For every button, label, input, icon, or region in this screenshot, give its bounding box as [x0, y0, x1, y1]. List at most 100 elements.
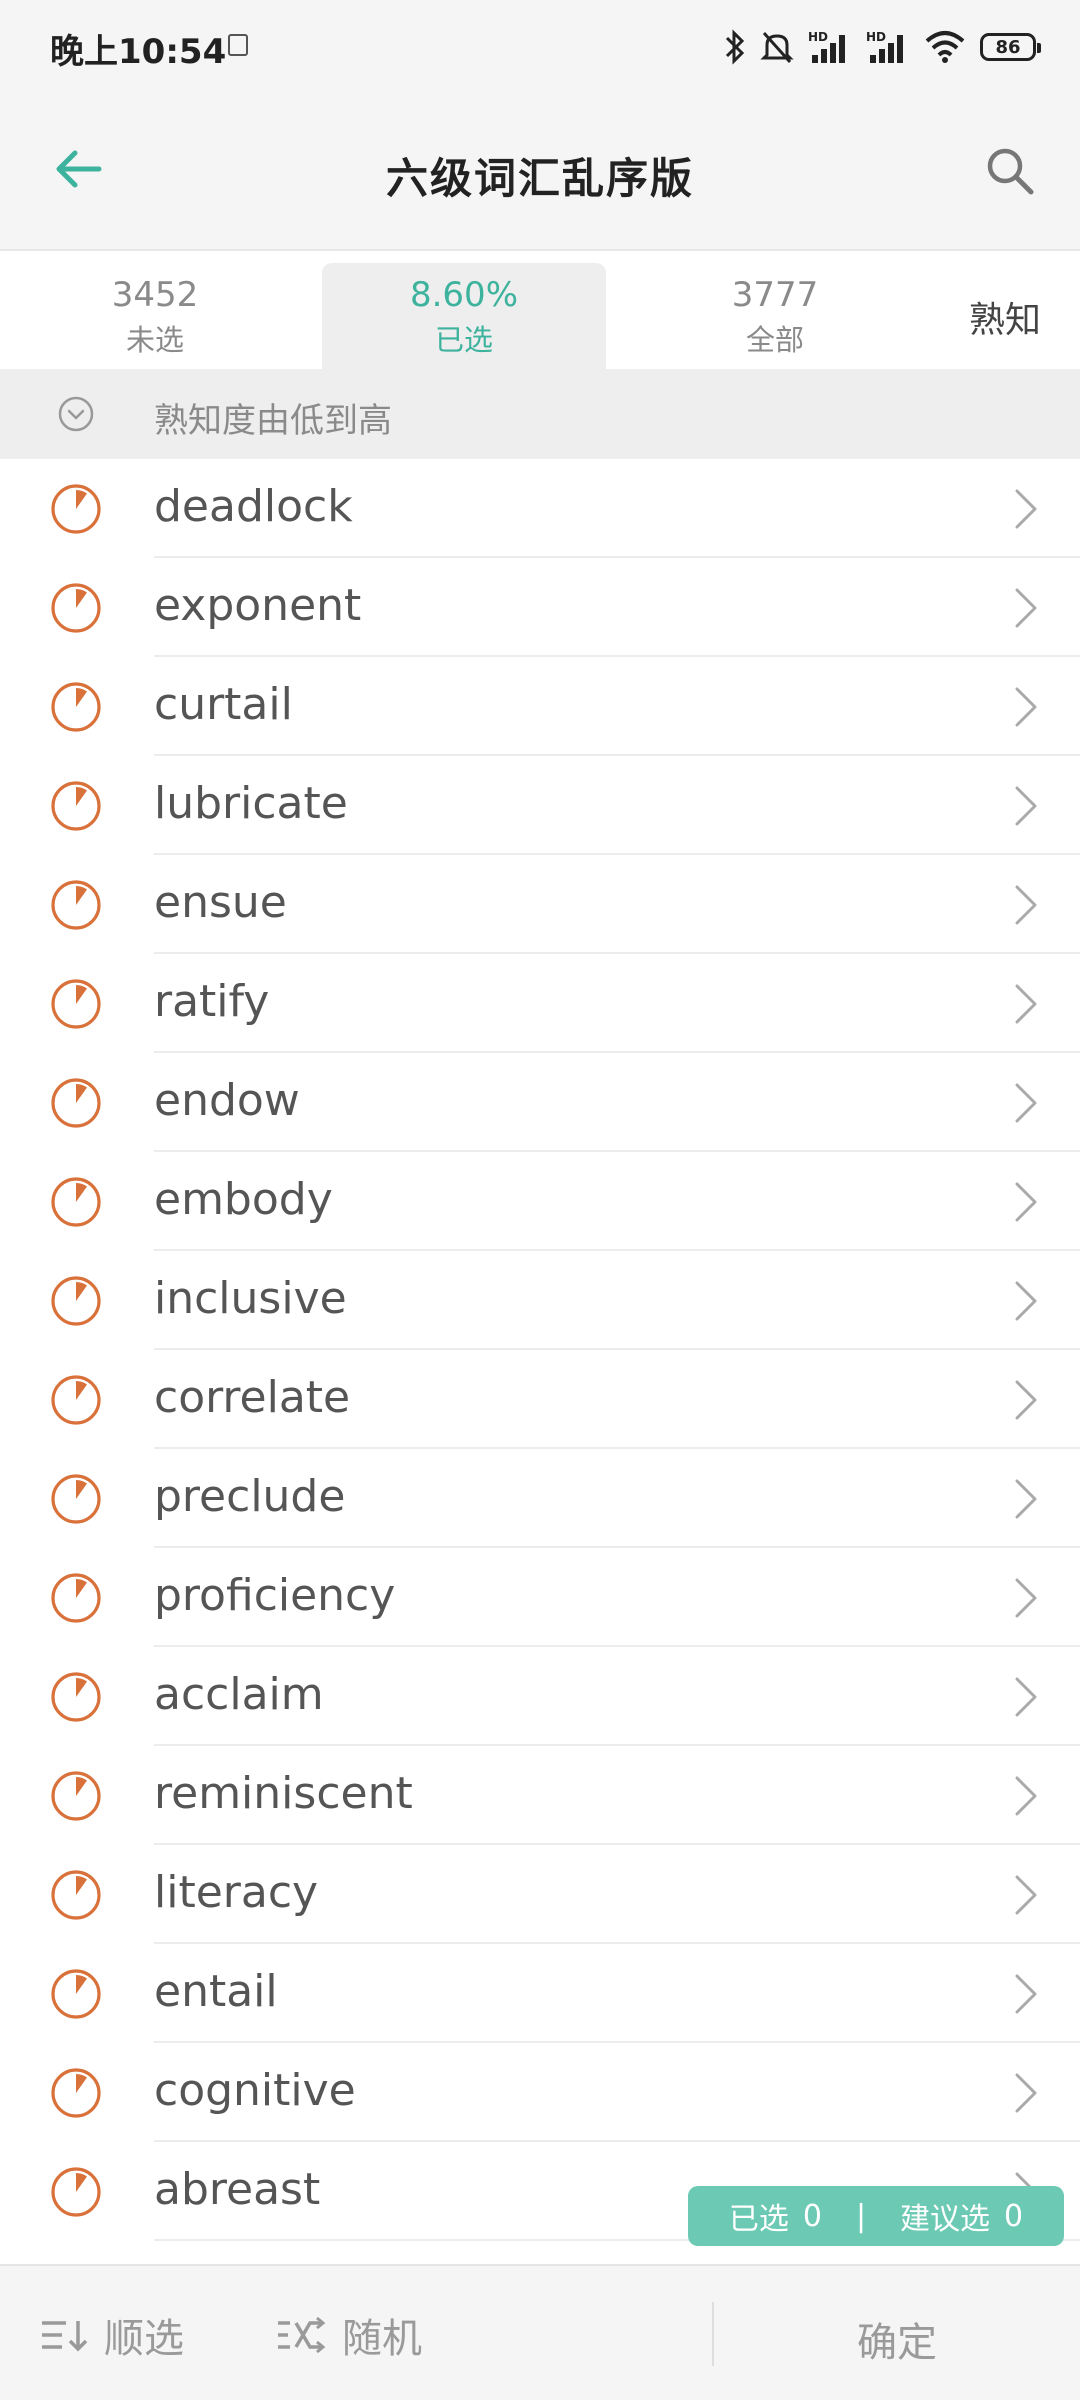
word-text: reminiscent [154, 1768, 413, 1819]
badge-separator: | [855, 2198, 867, 2234]
tab-selected-count: 8.60% [409, 275, 518, 315]
word-row[interactable]: proficiency [0, 1548, 1080, 1647]
word-row[interactable]: endow [0, 1053, 1080, 1152]
word-text: inclusive [154, 1273, 347, 1324]
chevron-right-icon [1015, 1380, 1037, 1420]
tab-familiar[interactable]: 熟知 [930, 263, 1080, 371]
bluetooth-icon [725, 29, 745, 65]
search-icon [987, 148, 1034, 195]
chevron-right-icon [1015, 1677, 1037, 1717]
word-row[interactable]: lubricate [0, 756, 1080, 855]
chevron-right-icon [1015, 1974, 1037, 2014]
selected-count: 0 [802, 2198, 822, 2234]
chevron-right-icon [1015, 687, 1037, 727]
status-bar: 晚上10:54 HD HD 86 [0, 0, 1080, 95]
word-text: literacy [154, 1867, 319, 1918]
word-text: exponent [154, 580, 362, 631]
sort-label: 熟知度由低到高 [154, 401, 392, 441]
suggested-count: 0 [1004, 2198, 1024, 2234]
chevron-right-icon [1015, 786, 1037, 826]
progress-pie-icon [51, 1672, 101, 1722]
word-text: proficiency [154, 1570, 396, 1621]
word-text: deadlock [154, 481, 353, 532]
progress-pie-icon [51, 583, 101, 633]
battery-icon: 86 [980, 33, 1041, 61]
mute-bell-icon [760, 31, 794, 64]
word-text: entail [154, 1966, 278, 2017]
progress-pie-icon [51, 2068, 101, 2118]
signal-icon: HD [808, 30, 845, 63]
chevron-right-icon [1015, 1083, 1037, 1123]
chevron-right-icon [1015, 984, 1037, 1024]
progress-pie-icon [51, 1078, 101, 1128]
tab-unselected[interactable]: 3452 未选 [0, 263, 310, 371]
confirm-button[interactable]: 确定 [714, 2310, 1080, 2366]
word-row[interactable]: reminiscent [0, 1746, 1080, 1845]
word-row[interactable]: preclude [0, 1449, 1080, 1548]
tab-all-count: 3777 [731, 275, 819, 315]
progress-pie-icon [51, 979, 101, 1029]
word-text: endow [154, 1075, 300, 1126]
word-row[interactable]: acclaim [0, 1647, 1080, 1746]
word-row[interactable]: cognitive [0, 2043, 1080, 2142]
notification-icon [228, 34, 248, 56]
word-row[interactable]: entail [0, 1944, 1080, 2043]
bottom-bar: 顺选 随机 确定 [0, 2264, 1080, 2400]
selected-label: 已选 [728, 2202, 789, 2237]
chevron-right-icon [1015, 1281, 1037, 1321]
page-title: 六级词汇乱序版 [385, 154, 694, 203]
word-row[interactable]: embody [0, 1152, 1080, 1251]
progress-pie-icon [51, 682, 101, 732]
word-text: lubricate [154, 778, 348, 829]
tab-familiar-label: 熟知 [968, 300, 1041, 341]
svg-text:HD: HD [808, 30, 828, 44]
progress-pie-icon [51, 1573, 101, 1623]
chevron-right-icon [1015, 1776, 1037, 1816]
word-row[interactable]: ensue [0, 855, 1080, 954]
search-button[interactable] [978, 139, 1042, 203]
word-row[interactable]: deadlock [0, 459, 1080, 558]
filter-tabs: 3452 未选 8.60% 已选 3777 全部 熟知 [0, 249, 1080, 371]
sort-order-icon [42, 2321, 88, 2352]
progress-pie-icon [51, 1177, 101, 1227]
progress-pie-icon [51, 2167, 101, 2217]
progress-pie-icon [51, 1375, 101, 1425]
tab-selected[interactable]: 8.60% 已选 [322, 263, 606, 371]
chevron-right-icon [1015, 489, 1037, 529]
random-select-button[interactable]: 随机 [276, 2310, 422, 2362]
word-text: acclaim [154, 1669, 324, 1720]
word-row[interactable]: correlate [0, 1350, 1080, 1449]
word-row[interactable]: literacy [0, 1845, 1080, 1944]
wifi-icon [925, 31, 965, 63]
sequential-select-button[interactable]: 顺选 [40, 2310, 184, 2362]
word-row[interactable]: curtail [0, 657, 1080, 756]
progress-pie-icon [51, 781, 101, 831]
battery-level: 86 [995, 36, 1021, 58]
chevron-right-icon [1015, 2073, 1037, 2113]
sequential-label: 顺选 [104, 2316, 184, 2362]
word-text: curtail [154, 679, 293, 730]
word-text: preclude [154, 1471, 346, 1522]
signal-icon-2: HD [866, 30, 903, 63]
word-list: deadlock exponent curtail lubricate ensue rat… [0, 459, 1080, 2241]
chevron-down-circle-icon [58, 396, 94, 432]
tab-unselected-label: 未选 [125, 323, 184, 357]
tab-selected-label: 已选 [434, 323, 493, 357]
word-row[interactable]: ratify [0, 954, 1080, 1053]
chevron-right-icon [1015, 1875, 1037, 1915]
progress-pie-icon [51, 1870, 101, 1920]
progress-pie-icon [51, 1276, 101, 1326]
word-text: correlate [154, 1372, 351, 1423]
sort-bar[interactable]: 熟知度由低到高 [0, 369, 1080, 459]
progress-pie-icon [51, 1969, 101, 2019]
word-text: cognitive [154, 2065, 356, 2116]
status-time: 晚上10:54 [50, 32, 227, 72]
word-text: embody [154, 1174, 333, 1225]
word-text: ensue [154, 877, 287, 928]
header: 六级词汇乱序版 [0, 95, 1080, 249]
word-row[interactable]: exponent [0, 558, 1080, 657]
tab-all[interactable]: 3777 全部 [620, 263, 930, 371]
word-row[interactable]: inclusive [0, 1251, 1080, 1350]
word-text: abreast [154, 2164, 321, 2215]
chevron-right-icon [1015, 1578, 1037, 1618]
